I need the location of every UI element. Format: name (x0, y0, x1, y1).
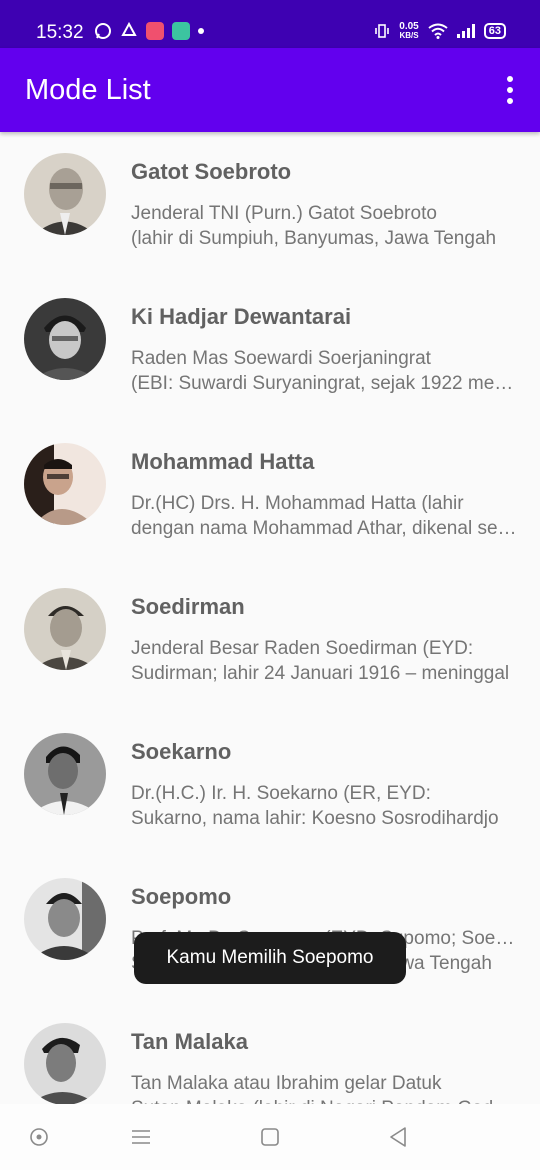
page-title: Mode List (25, 74, 151, 106)
list-item[interactable]: Tan Malaka Tan Malaka atau Ibrahim gelar… (0, 1002, 540, 1104)
item-description: Dr.(HC) Drs. H. Mohammad Hatta (lahir de… (131, 491, 517, 541)
item-name: Soekarno (131, 739, 232, 764)
list-item[interactable]: Gatot Soebroto Jenderal TNI (Purn.) Gato… (0, 132, 540, 277)
system-nav-bar (0, 1104, 540, 1170)
avatar (24, 733, 106, 815)
item-desc-line: dengan nama Mohammad Athar, dikenal seba… (131, 518, 517, 539)
item-description: Raden Mas Soewardi Soerjaningrat (EBI: S… (131, 346, 517, 396)
notification-icons (94, 22, 204, 40)
app-bar: Mode List (0, 48, 540, 132)
item-name: Soepomo (131, 884, 232, 909)
list-item[interactable]: Ki Hadjar Dewantarai Raden Mas Soewardi … (0, 277, 540, 422)
app-green-icon (172, 22, 190, 40)
avatar (24, 443, 106, 525)
vibrate-icon (375, 24, 390, 38)
item-description: Dr.(H.C.) Ir. H. Soekarno (ER, EYD: Suka… (131, 781, 517, 831)
back-icon[interactable] (383, 1122, 413, 1152)
item-name: Gatot Soebroto (131, 159, 292, 184)
app-red-icon (146, 22, 164, 40)
wifi-icon (428, 23, 448, 39)
sync-icon (121, 22, 137, 36)
item-desc-line: Sudirman; lahir 24 Januari 1916 – mening… (131, 663, 510, 684)
item-desc-line: Jenderal TNI (Purn.) Gatot Soebroto (131, 203, 437, 224)
item-name: Soedirman (131, 594, 245, 619)
menu-dot (507, 76, 513, 82)
net-speed: 0.05 KB/S (399, 21, 419, 41)
item-name: Mohammad Hatta (131, 449, 315, 474)
item-desc-line: Sukarno, nama lahir: Koesno Sosrodihardj… (131, 808, 499, 829)
avatar (24, 588, 106, 670)
avatar (24, 1023, 106, 1104)
more-vertical-icon[interactable] (502, 76, 518, 104)
avatar (24, 878, 106, 960)
item-description: Tan Malaka atau Ibrahim gelar Datuk Suta… (131, 1071, 517, 1104)
net-speed-value: 0.05 (399, 21, 419, 32)
home-icon[interactable] (255, 1122, 285, 1152)
toast-message: Kamu Memilih Soepomo (134, 932, 406, 984)
item-desc-line: Raden Mas Soewardi Soerjaningrat (131, 348, 431, 369)
notification-dot-icon (198, 28, 204, 34)
status-right: 0.05 KB/S 63 (374, 22, 506, 40)
status-time: 15:32 (36, 22, 84, 43)
item-desc-line: Sutan Malaka (lahir di Nagari Pandam Gad… (131, 1096, 517, 1104)
item-name: Ki Hadjar Dewantarai (131, 304, 352, 329)
item-name: Tan Malaka (131, 1029, 248, 1054)
item-desc-line: Dr.(H.C.) Ir. H. Soekarno (ER, EYD: (131, 783, 431, 804)
status-bar: 15:32 0.05 KB/S 63 (0, 0, 540, 48)
item-desc-line: (lahir di Sumpiuh, Banyumas, Jawa Tengah (131, 228, 497, 249)
item-desc-line: Dr.(HC) Drs. H. Mohammad Hatta (lahir (131, 493, 464, 514)
list-item[interactable]: Soekarno Dr.(H.C.) Ir. H. Soekarno (ER, … (0, 712, 540, 857)
list-item[interactable]: Mohammad Hatta Dr.(HC) Drs. H. Mohammad … (0, 422, 540, 567)
avatar (24, 153, 106, 235)
menu-dot (507, 87, 513, 93)
avatar (24, 298, 106, 380)
signal-icon (456, 24, 475, 38)
recents-icon[interactable] (126, 1122, 156, 1152)
net-speed-unit: KB/S (399, 31, 419, 40)
item-desc-line: Jenderal Besar Raden Soedirman (EYD: (131, 638, 474, 659)
item-desc-line: Tan Malaka atau Ibrahim gelar Datuk (131, 1073, 442, 1094)
whatsapp-icon (95, 23, 111, 39)
list-item[interactable]: Soedirman Jenderal Besar Raden Soedirman… (0, 567, 540, 712)
menu-dot (507, 98, 513, 104)
item-desc-line: (EBI: Suwardi Suryaningrat, sejak 1922 m… (131, 373, 517, 394)
assistant-icon[interactable] (24, 1122, 54, 1152)
battery-icon: 63 (483, 23, 506, 39)
item-description: Jenderal Besar Raden Soedirman (EYD: Sud… (131, 636, 517, 686)
item-description: Jenderal TNI (Purn.) Gatot Soebroto (lah… (131, 201, 517, 251)
